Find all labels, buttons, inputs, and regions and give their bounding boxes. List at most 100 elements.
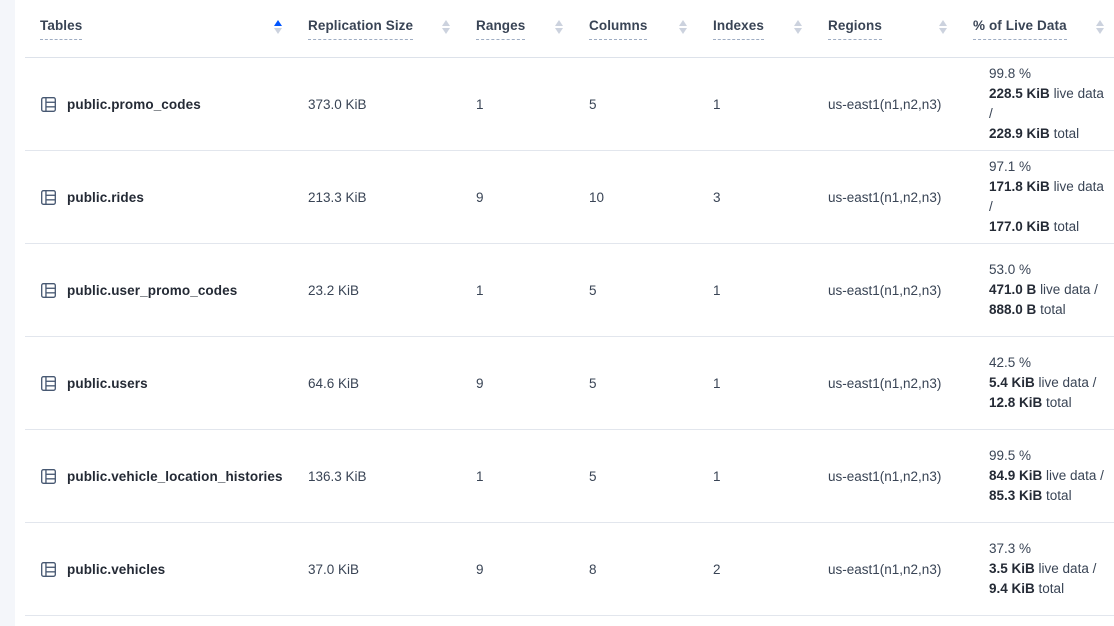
column-header-columns[interactable]: Columns: [589, 0, 713, 57]
sort-icon[interactable]: [1096, 20, 1104, 34]
indexes-cell: 1: [713, 376, 828, 391]
column-header-ranges[interactable]: Ranges: [476, 0, 589, 57]
live-data-percent: 53.0 %: [989, 260, 1108, 280]
column-header-tables[interactable]: Tables: [25, 0, 308, 57]
regions-cell: us-east1(n1,n2,n3): [828, 97, 973, 112]
total-data-amount: 177.0 KiB total: [989, 217, 1108, 237]
tables-list-table: Tables Replication Size Ranges Columns I…: [15, 0, 1114, 616]
table-name-link[interactable]: public.vehicles: [67, 562, 165, 577]
sort-descending-icon: [679, 28, 687, 34]
columns-cell: 5: [589, 376, 713, 391]
table-name-cell: public.vehicles: [25, 561, 308, 578]
live-data-cell: 37.3 % 3.5 KiB live data / 9.4 KiB total: [973, 539, 1114, 599]
sort-descending-icon: [442, 28, 450, 34]
live-data-amount: 471.0 B live data /: [989, 280, 1108, 300]
column-header-label[interactable]: Replication Size: [308, 18, 413, 40]
sort-descending-icon: [1096, 28, 1104, 34]
sort-icon[interactable]: [274, 20, 282, 34]
ranges-cell: 1: [476, 283, 589, 298]
column-header-label[interactable]: Indexes: [713, 18, 764, 40]
live-data-percent: 42.5 %: [989, 353, 1108, 373]
total-data-amount: 85.3 KiB total: [989, 486, 1108, 506]
live-data-percent: 99.8 %: [989, 64, 1108, 84]
table-icon: [40, 468, 57, 485]
indexes-cell: 1: [713, 469, 828, 484]
ranges-cell: 9: [476, 562, 589, 577]
database-tables-page: Tables Replication Size Ranges Columns I…: [0, 0, 1114, 626]
table-icon: [40, 561, 57, 578]
column-header-label[interactable]: Tables: [40, 18, 82, 40]
sort-ascending-icon: [442, 20, 450, 26]
column-header-live-data[interactable]: % of Live Data: [973, 0, 1114, 57]
live-data-percent: 37.3 %: [989, 539, 1108, 559]
live-data-amount: 228.5 KiB live data /: [989, 84, 1108, 124]
columns-cell: 10: [589, 190, 713, 205]
table-name-cell: public.rides: [25, 189, 308, 206]
live-data-cell: 53.0 % 471.0 B live data / 888.0 B total: [973, 260, 1114, 320]
table-icon: [40, 375, 57, 392]
indexes-cell: 2: [713, 562, 828, 577]
table-icon: [40, 189, 57, 206]
column-header-replication-size[interactable]: Replication Size: [308, 0, 476, 57]
indexes-cell: 1: [713, 97, 828, 112]
live-data-percent: 99.5 %: [989, 446, 1108, 466]
columns-cell: 8: [589, 562, 713, 577]
sort-icon[interactable]: [442, 20, 450, 34]
live-data-cell: 99.8 % 228.5 KiB live data / 228.9 KiB t…: [973, 64, 1114, 144]
sort-ascending-icon: [274, 20, 282, 26]
sort-descending-icon: [794, 28, 802, 34]
live-data-amount: 3.5 KiB live data /: [989, 559, 1108, 579]
live-data-percent: 97.1 %: [989, 157, 1108, 177]
table-row[interactable]: public.vehicle_location_histories 136.3 …: [25, 430, 1114, 523]
table-row[interactable]: public.vehicles 37.0 KiB 9 8 2 us-east1(…: [25, 523, 1114, 616]
live-data-cell: 97.1 % 171.8 KiB live data / 177.0 KiB t…: [973, 157, 1114, 237]
total-data-amount: 228.9 KiB total: [989, 124, 1108, 144]
sort-icon[interactable]: [794, 20, 802, 34]
column-header-label[interactable]: % of Live Data: [973, 18, 1067, 40]
sort-ascending-icon: [794, 20, 802, 26]
sort-icon[interactable]: [679, 20, 687, 34]
indexes-cell: 3: [713, 190, 828, 205]
table-body: public.promo_codes 373.0 KiB 1 5 1 us-ea…: [15, 58, 1114, 616]
sort-icon[interactable]: [555, 20, 563, 34]
ranges-cell: 9: [476, 190, 589, 205]
sort-icon[interactable]: [939, 20, 947, 34]
table-name-cell: public.users: [25, 375, 308, 392]
regions-cell: us-east1(n1,n2,n3): [828, 376, 973, 391]
replication-size-cell: 37.0 KiB: [308, 562, 476, 577]
table-name-link[interactable]: public.user_promo_codes: [67, 283, 237, 298]
table-name-link[interactable]: public.vehicle_location_histories: [67, 469, 283, 484]
table-name-link[interactable]: public.users: [67, 376, 148, 391]
column-header-regions[interactable]: Regions: [828, 0, 973, 57]
column-header-label[interactable]: Ranges: [476, 18, 525, 40]
table-header-row: Tables Replication Size Ranges Columns I…: [25, 0, 1114, 58]
column-header-indexes[interactable]: Indexes: [713, 0, 828, 57]
total-data-amount: 888.0 B total: [989, 300, 1108, 320]
page-background-strip: [0, 0, 15, 626]
table-name-link[interactable]: public.promo_codes: [67, 97, 201, 112]
live-data-amount: 5.4 KiB live data /: [989, 373, 1108, 393]
regions-cell: us-east1(n1,n2,n3): [828, 562, 973, 577]
column-header-label[interactable]: Columns: [589, 18, 647, 40]
columns-cell: 5: [589, 97, 713, 112]
column-header-label[interactable]: Regions: [828, 18, 882, 40]
table-row[interactable]: public.promo_codes 373.0 KiB 1 5 1 us-ea…: [25, 58, 1114, 151]
sort-descending-icon: [274, 28, 282, 34]
regions-cell: us-east1(n1,n2,n3): [828, 190, 973, 205]
indexes-cell: 1: [713, 283, 828, 298]
table-name-link[interactable]: public.rides: [67, 190, 144, 205]
total-data-amount: 12.8 KiB total: [989, 393, 1108, 413]
replication-size-cell: 23.2 KiB: [308, 283, 476, 298]
columns-cell: 5: [589, 469, 713, 484]
sort-ascending-icon: [1096, 20, 1104, 26]
total-data-amount: 9.4 KiB total: [989, 579, 1108, 599]
table-row[interactable]: public.rides 213.3 KiB 9 10 3 us-east1(n…: [25, 151, 1114, 244]
live-data-cell: 42.5 % 5.4 KiB live data / 12.8 KiB tota…: [973, 353, 1114, 413]
table-row[interactable]: public.users 64.6 KiB 9 5 1 us-east1(n1,…: [25, 337, 1114, 430]
table-name-cell: public.user_promo_codes: [25, 282, 308, 299]
live-data-amount: 84.9 KiB live data /: [989, 466, 1108, 486]
regions-cell: us-east1(n1,n2,n3): [828, 283, 973, 298]
table-row[interactable]: public.user_promo_codes 23.2 KiB 1 5 1 u…: [25, 244, 1114, 337]
replication-size-cell: 373.0 KiB: [308, 97, 476, 112]
sort-descending-icon: [939, 28, 947, 34]
